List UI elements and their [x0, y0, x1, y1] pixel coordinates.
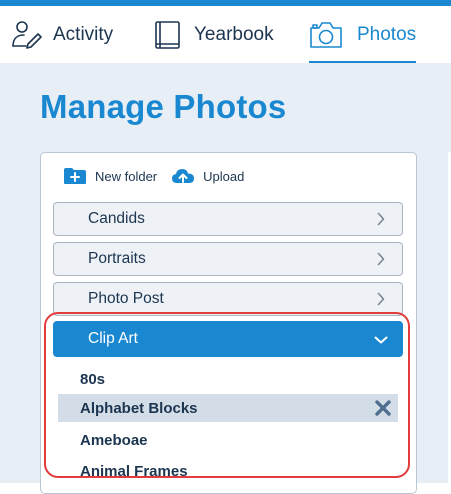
clip-art-item-label: Alphabet Blocks — [80, 399, 198, 417]
chevron-down-icon — [374, 336, 388, 344]
upload-button[interactable]: Upload — [171, 166, 244, 186]
folder-portraits[interactable]: Portraits — [53, 242, 403, 276]
clip-art-item[interactable]: Alphabet Blocks — [58, 394, 398, 422]
clip-art-item[interactable]: Ameboae — [58, 426, 398, 454]
camera-icon — [309, 18, 343, 52]
tab-photos-label: Photos — [357, 23, 417, 45]
clip-art-item-label: Animal Frames — [80, 462, 188, 480]
book-icon — [151, 18, 185, 52]
clip-art-item-label: 80s — [80, 370, 106, 388]
folder-label: Portraits — [88, 250, 146, 267]
clip-art-item[interactable]: 80s — [58, 365, 398, 393]
tab-yearbook-label: Yearbook — [194, 23, 274, 45]
new-folder-label: New folder — [95, 168, 158, 184]
tab-yearbook[interactable]: Yearbook — [151, 6, 274, 63]
tab-photos[interactable]: Photos — [309, 6, 417, 63]
folder-candids[interactable]: Candids — [53, 202, 403, 236]
folder-photo-post[interactable]: Photo Post — [53, 282, 403, 316]
chevron-right-icon — [377, 292, 385, 306]
cloud-upload-icon — [171, 166, 195, 186]
upload-label: Upload — [203, 168, 245, 184]
folder-clip-art[interactable]: Clip Art — [53, 321, 403, 357]
chevron-right-icon — [377, 252, 385, 266]
new-folder-button[interactable]: New folder — [63, 166, 157, 186]
main-tab-bar: Activity Yearbook Photos — [0, 6, 451, 63]
folder-label: Clip Art — [88, 330, 138, 347]
folder-toolbar: New folder Upload — [63, 164, 258, 188]
folder-label: Photo Post — [88, 290, 164, 307]
clip-art-item[interactable]: Animal Frames — [58, 457, 398, 485]
person-pencil-icon — [10, 18, 44, 52]
tab-activity-label: Activity — [53, 23, 114, 45]
close-icon[interactable] — [374, 399, 392, 417]
clip-art-item-label: Ameboae — [80, 431, 148, 449]
page-title: Manage Photos — [40, 88, 287, 125]
folder-label: Candids — [88, 210, 145, 227]
chevron-right-icon — [377, 212, 385, 226]
tab-activity[interactable]: Activity — [10, 6, 113, 63]
folder-plus-icon — [63, 166, 87, 186]
